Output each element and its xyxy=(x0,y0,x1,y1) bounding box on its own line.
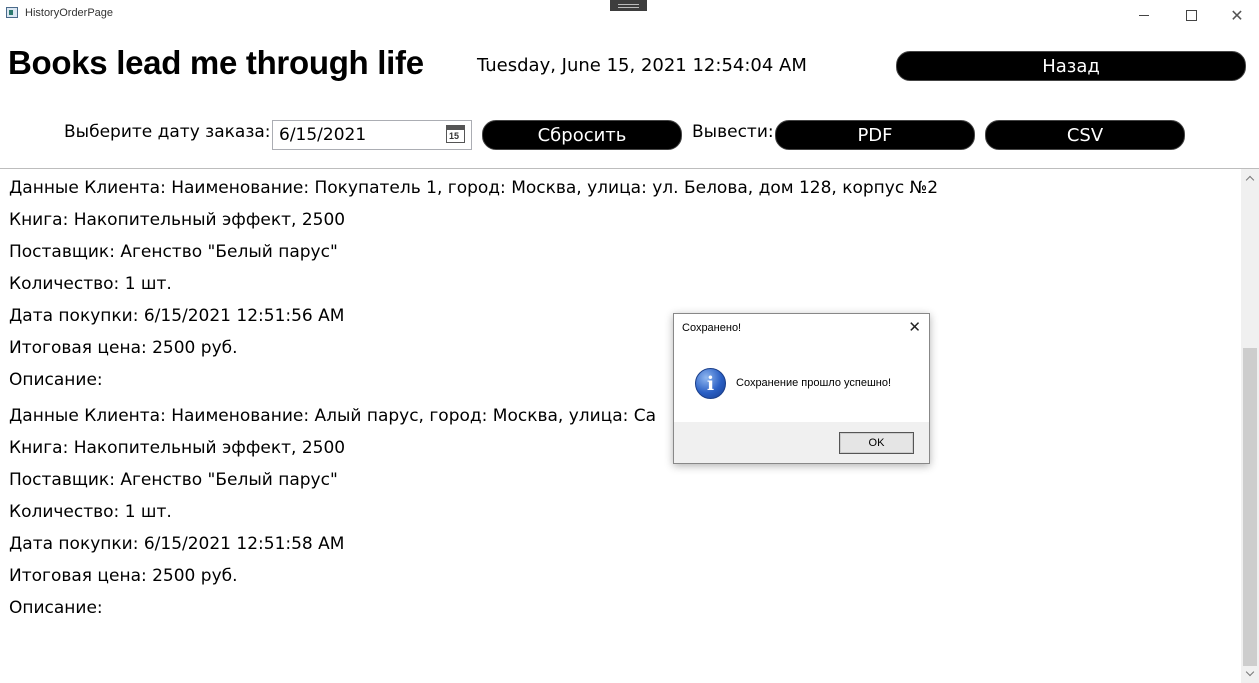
order-date-value[interactable]: 6/15/2021 xyxy=(279,125,366,145)
order-supplier: Поставщик: Агенство "Белый парус" xyxy=(9,470,338,490)
current-datetime: Tuesday, June 15, 2021 12:54:04 AM xyxy=(477,55,807,76)
orders-list[interactable]: Данные Клиента: Наименование: Покупатель… xyxy=(9,172,1234,683)
info-icon: i xyxy=(695,368,726,399)
maximize-button[interactable] xyxy=(1168,0,1214,30)
order-quantity: Количество: 1 шт. xyxy=(9,274,172,294)
window-titlebar: HistoryOrderPage ✕ xyxy=(0,0,1259,30)
order-description: Описание: xyxy=(9,598,103,618)
ok-button[interactable]: OK xyxy=(839,432,914,454)
order-quantity: Количество: 1 шт. xyxy=(9,502,172,522)
vertical-scrollbar[interactable] xyxy=(1241,169,1259,683)
order-client: Данные Клиента: Наименование: Алый парус… xyxy=(9,406,657,426)
header-divider xyxy=(0,168,1259,169)
order-purchase-date: Дата покупки: 6/15/2021 12:51:56 AM xyxy=(9,306,345,326)
order-total: Итоговая цена: 2500 руб. xyxy=(9,338,238,358)
order-date-picker[interactable]: 6/15/2021 15 xyxy=(272,120,472,150)
order-book: Книга: Накопительный эффект, 2500 xyxy=(9,438,346,458)
calendar-icon[interactable]: 15 xyxy=(446,125,465,143)
back-button[interactable]: Назад xyxy=(896,51,1246,81)
order-item[interactable]: Данные Клиента: Наименование: Покупатель… xyxy=(9,172,1234,396)
order-client: Данные Клиента: Наименование: Покупатель… xyxy=(9,178,939,198)
scroll-down-icon[interactable] xyxy=(1241,665,1259,683)
drag-grip-icon[interactable] xyxy=(610,0,647,11)
export-csv-button[interactable]: CSV xyxy=(985,120,1185,150)
maximize-icon xyxy=(1185,9,1197,21)
minimize-icon xyxy=(1139,14,1149,16)
export-pdf-button[interactable]: PDF xyxy=(775,120,975,150)
minimize-button[interactable] xyxy=(1121,0,1167,30)
order-total: Итоговая цена: 2500 руб. xyxy=(9,566,238,586)
window-title: HistoryOrderPage xyxy=(25,7,114,19)
order-purchase-date: Дата покупки: 6/15/2021 12:51:58 AM xyxy=(9,534,345,554)
window-close-button[interactable]: ✕ xyxy=(1214,0,1259,30)
scroll-up-icon[interactable] xyxy=(1241,169,1259,187)
app-brand-title: Books lead me through life xyxy=(8,44,424,81)
order-book: Книга: Накопительный эффект, 2500 xyxy=(9,210,346,230)
dialog-close-button[interactable]: ✕ xyxy=(908,318,921,336)
save-success-dialog: Сохранено! ✕ i Сохранение прошло успешно… xyxy=(673,313,930,464)
export-label: Вывести: xyxy=(692,122,774,142)
order-description: Описание: xyxy=(9,370,103,390)
scrollbar-thumb[interactable] xyxy=(1243,348,1257,666)
app-icon xyxy=(6,7,18,18)
reset-button[interactable]: Сбросить xyxy=(482,120,682,150)
order-supplier: Поставщик: Агенство "Белый парус" xyxy=(9,242,338,262)
calendar-day: 15 xyxy=(449,131,460,141)
dialog-message: Сохранение прошло успешно! xyxy=(736,377,892,389)
order-item[interactable]: Данные Клиента: Наименование: Алый парус… xyxy=(9,400,1234,624)
order-date-label: Выберите дату заказа: xyxy=(64,122,271,142)
dialog-title: Сохранено! xyxy=(682,322,742,334)
dialog-footer: OK xyxy=(674,422,929,463)
